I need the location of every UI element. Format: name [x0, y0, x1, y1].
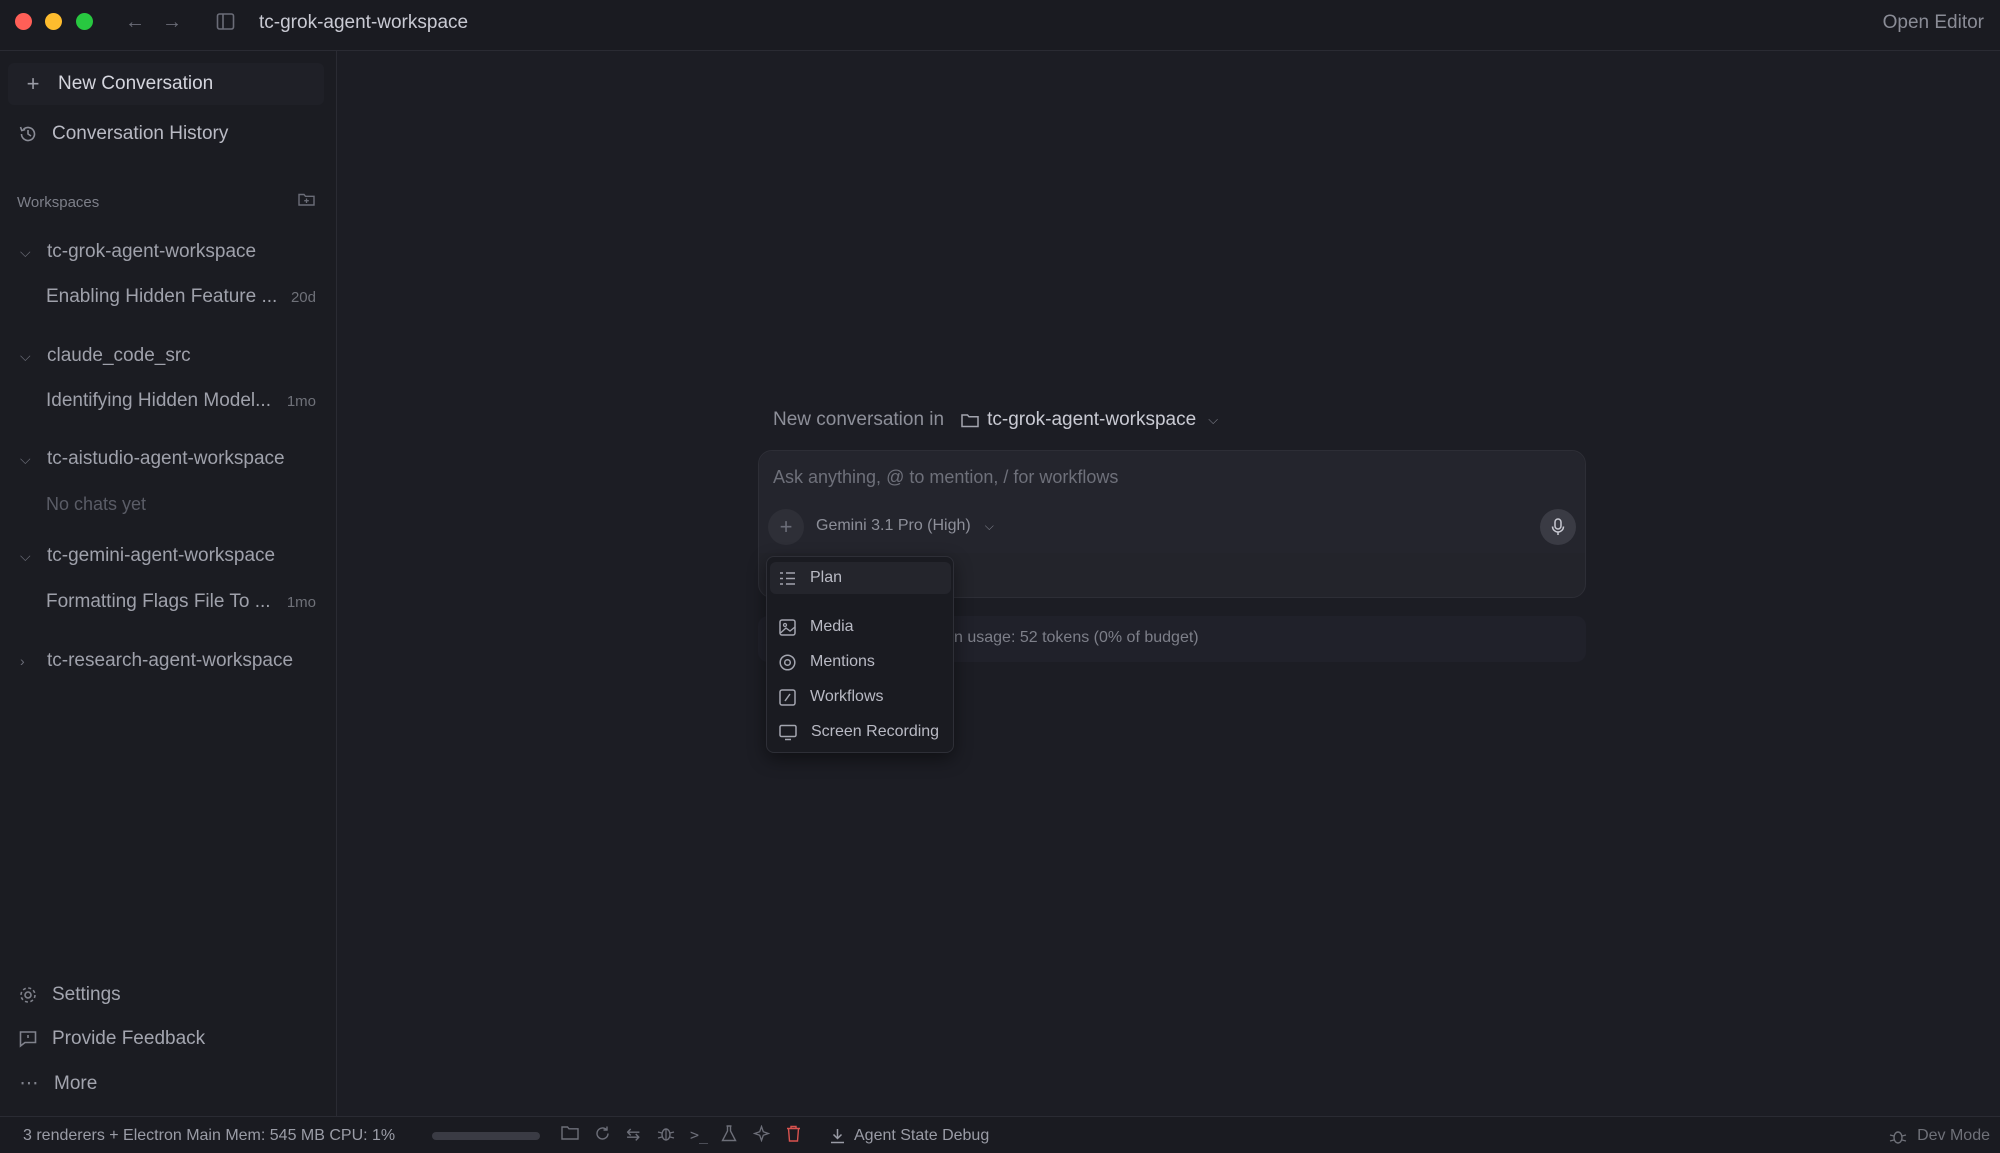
add-folder-icon[interactable]	[298, 192, 315, 212]
prompt-input[interactable]	[773, 467, 1533, 488]
memory-usage-bar	[432, 1132, 540, 1140]
workspace-item[interactable]: ⌵ claude_code_src	[20, 345, 191, 367]
more-dots-icon: ⋯	[19, 1073, 39, 1094]
settings-button[interactable]: Settings	[18, 984, 121, 1006]
bug-icon	[1889, 1130, 1907, 1144]
trash-icon[interactable]	[786, 1125, 801, 1147]
gear-icon	[20, 987, 36, 1003]
sidebar-toggle-icon[interactable]	[216, 12, 235, 37]
menu-item-label: Media	[810, 618, 854, 635]
workspace-item[interactable]: ⌵ tc-aistudio-agent-workspace	[20, 448, 285, 470]
chevron-down-icon: ⌵	[20, 547, 31, 564]
swap-arrows-icon[interactable]: ⇆	[626, 1125, 640, 1145]
chat-age: 20d	[290, 288, 316, 306]
conversation-history-button[interactable]: Conversation History	[18, 123, 228, 145]
back-arrow-icon[interactable]: ←	[125, 10, 145, 34]
monitor-icon	[779, 724, 797, 740]
workspace-selector-label: tc-grok-agent-workspace	[987, 409, 1197, 430]
menu-item-label: Mentions	[810, 653, 875, 670]
bug-icon[interactable]	[657, 1125, 675, 1147]
open-editor-button[interactable]: Open Editor	[1883, 12, 1984, 34]
workspace-name: claude_code_src	[47, 345, 191, 366]
workspace-name: tc-aistudio-agent-workspace	[47, 448, 285, 469]
terminal-icon[interactable]: >_	[690, 1125, 708, 1145]
workspace-item[interactable]: ⌵ tc-grok-agent-workspace	[20, 241, 256, 263]
model-label: Gemini 3.1 Pro (High)	[816, 517, 971, 534]
minimize-window-button[interactable]	[45, 13, 62, 30]
chevron-down-icon: ⌵	[984, 518, 994, 533]
history-icon	[19, 126, 36, 142]
close-window-button[interactable]	[15, 13, 32, 30]
new-conversation-context: New conversation in tc-grok-agent-worksp…	[773, 404, 1228, 436]
dev-mode-label: Dev Mode	[1917, 1127, 1990, 1144]
chevron-down-icon: ⌵	[20, 450, 31, 467]
dev-mode-button[interactable]: Dev Mode	[1889, 1127, 1990, 1145]
microphone-icon	[1551, 518, 1565, 535]
workspace-name: tc-grok-agent-workspace	[47, 241, 257, 262]
status-bar: 3 renderers + Electron Main Mem: 545 MB …	[0, 1116, 2000, 1153]
slash-command-icon	[779, 688, 796, 706]
maximize-window-button[interactable]	[76, 13, 93, 30]
new-conversation-button[interactable]: + New Conversation	[8, 63, 324, 105]
conversation-history-label: Conversation History	[52, 123, 229, 144]
token-usage-text: n usage: 52 tokens (0% of budget)	[954, 629, 1199, 646]
add-attachment-button[interactable]: +	[768, 509, 804, 545]
open-folder-icon[interactable]	[561, 1125, 579, 1146]
menu-item-screen-recording[interactable]: Screen Recording	[767, 716, 953, 748]
refresh-icon[interactable]	[594, 1125, 611, 1147]
folder-icon	[961, 413, 979, 427]
provide-feedback-label: Provide Feedback	[52, 1028, 206, 1049]
menu-item-mentions[interactable]: Mentions	[767, 646, 953, 678]
more-button[interactable]: ⋯ More	[18, 1072, 98, 1095]
workspace-item[interactable]: ⌵ tc-gemini-agent-workspace	[20, 545, 275, 567]
chevron-down-icon: ⌵	[1208, 412, 1219, 427]
menu-item-label: Screen Recording	[811, 723, 940, 740]
workspace-item[interactable]: › tc-research-agent-workspace	[20, 650, 293, 672]
no-chats-text: No chats yet	[46, 494, 147, 514]
menu-item-workflows[interactable]: Workflows	[767, 681, 953, 713]
chat-title: Identifying Hidden Model...	[46, 390, 271, 411]
microphone-button[interactable]	[1540, 509, 1576, 545]
settings-label: Settings	[52, 984, 121, 1005]
chat-item[interactable]: Identifying Hidden Model... 1mo	[46, 390, 316, 412]
menu-item-label: Plan	[810, 569, 843, 586]
attachment-menu: Plan Media Mentions Workflows Screen Rec…	[766, 556, 954, 753]
resource-usage-text: 3 renderers + Electron Main Mem: 545 MB …	[23, 1127, 396, 1144]
sidebar: + New Conversation Conversation History …	[0, 51, 337, 1116]
chat-age: 1mo	[286, 392, 316, 410]
agent-state-debug-label: Agent State Debug	[854, 1127, 990, 1144]
at-sign-icon	[779, 653, 796, 671]
download-icon	[831, 1129, 844, 1144]
flask-icon[interactable]	[721, 1125, 737, 1147]
model-selector[interactable]: Gemini 3.1 Pro (High) ⌵	[816, 517, 994, 535]
chat-item[interactable]: Formatting Flags File To ... 1mo	[46, 591, 316, 613]
workspace-name: tc-research-agent-workspace	[47, 650, 294, 671]
window-title: tc-grok-agent-workspace	[259, 12, 469, 33]
plus-icon: +	[26, 71, 40, 96]
workspace-selector[interactable]: tc-grok-agent-workspace ⌵	[951, 404, 1228, 436]
menu-item-media[interactable]: Media	[767, 611, 953, 643]
sparkle-icon[interactable]	[752, 1124, 771, 1147]
new-conversation-label: New Conversation	[58, 73, 214, 94]
agent-state-debug-button[interactable]: Agent State Debug	[830, 1127, 989, 1145]
title-bar: ← → tc-grok-agent-workspace Open Editor	[0, 0, 2000, 51]
provide-feedback-button[interactable]: Provide Feedback	[18, 1028, 205, 1050]
new-conversation-in-label: New conversation in	[773, 409, 945, 430]
image-icon	[779, 618, 796, 636]
menu-item-label: Workflows	[810, 688, 884, 705]
chevron-right-icon: ›	[20, 653, 25, 669]
chat-title: Enabling Hidden Feature ...	[46, 286, 278, 307]
workspace-name: tc-gemini-agent-workspace	[47, 545, 276, 566]
forward-arrow-icon[interactable]: →	[162, 10, 182, 34]
menu-item-plan[interactable]: Plan	[770, 562, 951, 594]
chat-item[interactable]: Enabling Hidden Feature ... 20d	[46, 286, 316, 308]
chevron-down-icon: ⌵	[20, 347, 31, 364]
chat-age: 1mo	[286, 593, 316, 611]
chevron-down-icon: ⌵	[20, 243, 31, 260]
feedback-icon	[19, 1031, 37, 1048]
workspaces-header: Workspaces	[17, 194, 100, 211]
chat-title: Formatting Flags File To ...	[46, 591, 271, 612]
plan-icon	[780, 571, 795, 585]
more-label: More	[54, 1072, 98, 1094]
